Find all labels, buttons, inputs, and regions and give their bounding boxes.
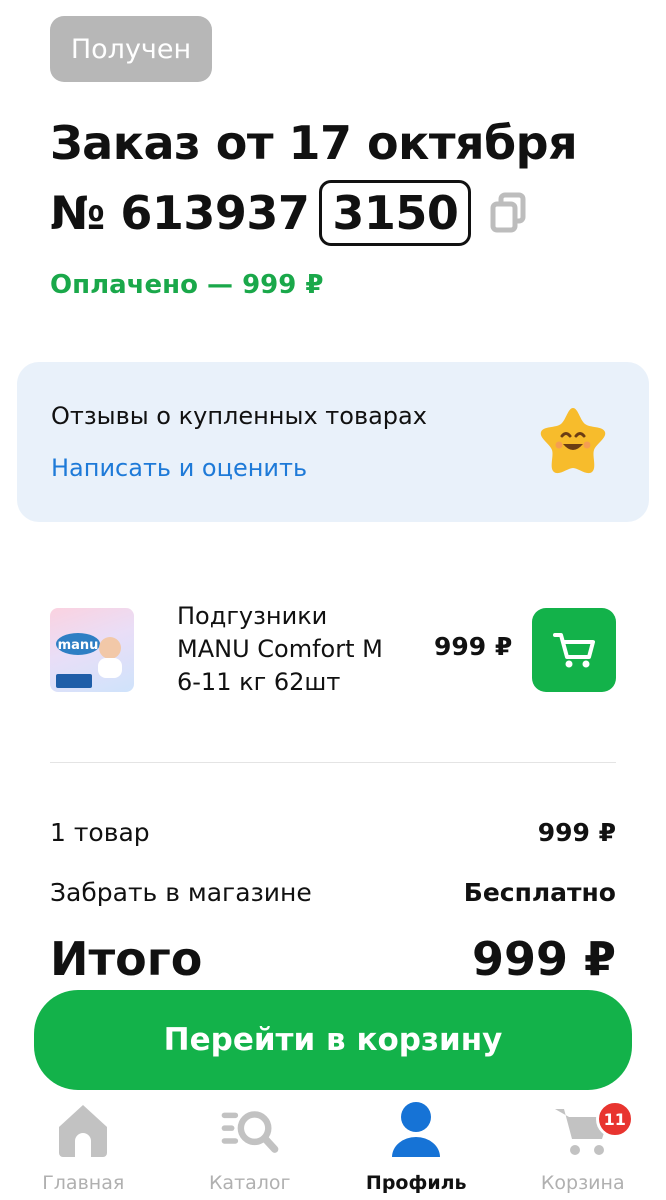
product-name-line: MANU Comfort M	[177, 635, 383, 663]
home-icon	[51, 1098, 115, 1162]
delivery-value: Бесплатно	[463, 878, 616, 907]
nav-label: Профиль	[365, 1172, 467, 1194]
items-count-value: 999 ₽	[537, 818, 616, 847]
nav-label: Главная	[42, 1172, 125, 1194]
cart-icon	[553, 633, 595, 668]
order-product-row[interactable]: manu Подгузники MANU Comfort M 6-11 кг 6…	[50, 600, 616, 700]
cart-count-badge: 11	[595, 1100, 634, 1138]
order-date-title: Заказ от 17 октября	[50, 116, 578, 170]
total-row: Итого 999 ₽	[50, 932, 616, 986]
catalog-search-icon	[218, 1098, 282, 1162]
total-label: Итого	[50, 932, 203, 986]
order-number-prefix: № 613937	[50, 186, 310, 240]
delivery-row: Забрать в магазине Бесплатно	[50, 878, 616, 907]
divider	[50, 762, 616, 763]
write-review-link[interactable]: Написать и оценить	[51, 454, 307, 482]
product-name[interactable]: Подгузники MANU Comfort M 6-11 кг 62шт	[177, 600, 427, 699]
order-number-suffix: 3150	[319, 180, 472, 246]
reviews-card[interactable]: Отзывы о купленных товарах Написать и оц…	[17, 362, 649, 522]
nav-item-cart[interactable]: 11 Корзина	[500, 1090, 666, 1194]
nav-label: Корзина	[540, 1172, 625, 1194]
order-status-badge: Получен	[50, 16, 212, 82]
items-count-row: 1 товар 999 ₽	[50, 818, 616, 847]
nav-item-catalog[interactable]: Каталог	[167, 1090, 333, 1194]
items-count-label: 1 товар	[50, 818, 150, 847]
reviews-title: Отзывы о купленных товарах	[51, 402, 427, 430]
delivery-label: Забрать в магазине	[50, 878, 312, 907]
product-image[interactable]: manu	[50, 608, 134, 692]
go-to-cart-button[interactable]: Перейти в корзину	[34, 990, 632, 1090]
total-value: 999 ₽	[471, 932, 616, 986]
profile-icon	[384, 1098, 448, 1162]
svg-text:manu: manu	[58, 638, 99, 653]
product-price: 999 ₽	[434, 632, 513, 661]
nav-label: Каталог	[208, 1172, 291, 1194]
product-name-line: Подгузники	[177, 602, 328, 630]
payment-status: Оплачено — 999 ₽	[50, 270, 324, 300]
nav-item-home[interactable]: Главная	[0, 1090, 166, 1194]
order-heading: Заказ от 17 октября № 613937 3150	[50, 108, 650, 248]
nav-item-profile[interactable]: Профиль	[333, 1090, 499, 1194]
bottom-navigation: Главная Каталог Профиль 11 Корзина	[0, 1090, 666, 1200]
copy-icon[interactable]	[489, 191, 529, 235]
smiling-star-icon	[535, 402, 611, 478]
product-name-line: 6-11 кг 62шт	[177, 668, 341, 696]
order-number-row: № 613937 3150	[50, 178, 650, 248]
add-to-cart-button[interactable]	[532, 608, 616, 692]
